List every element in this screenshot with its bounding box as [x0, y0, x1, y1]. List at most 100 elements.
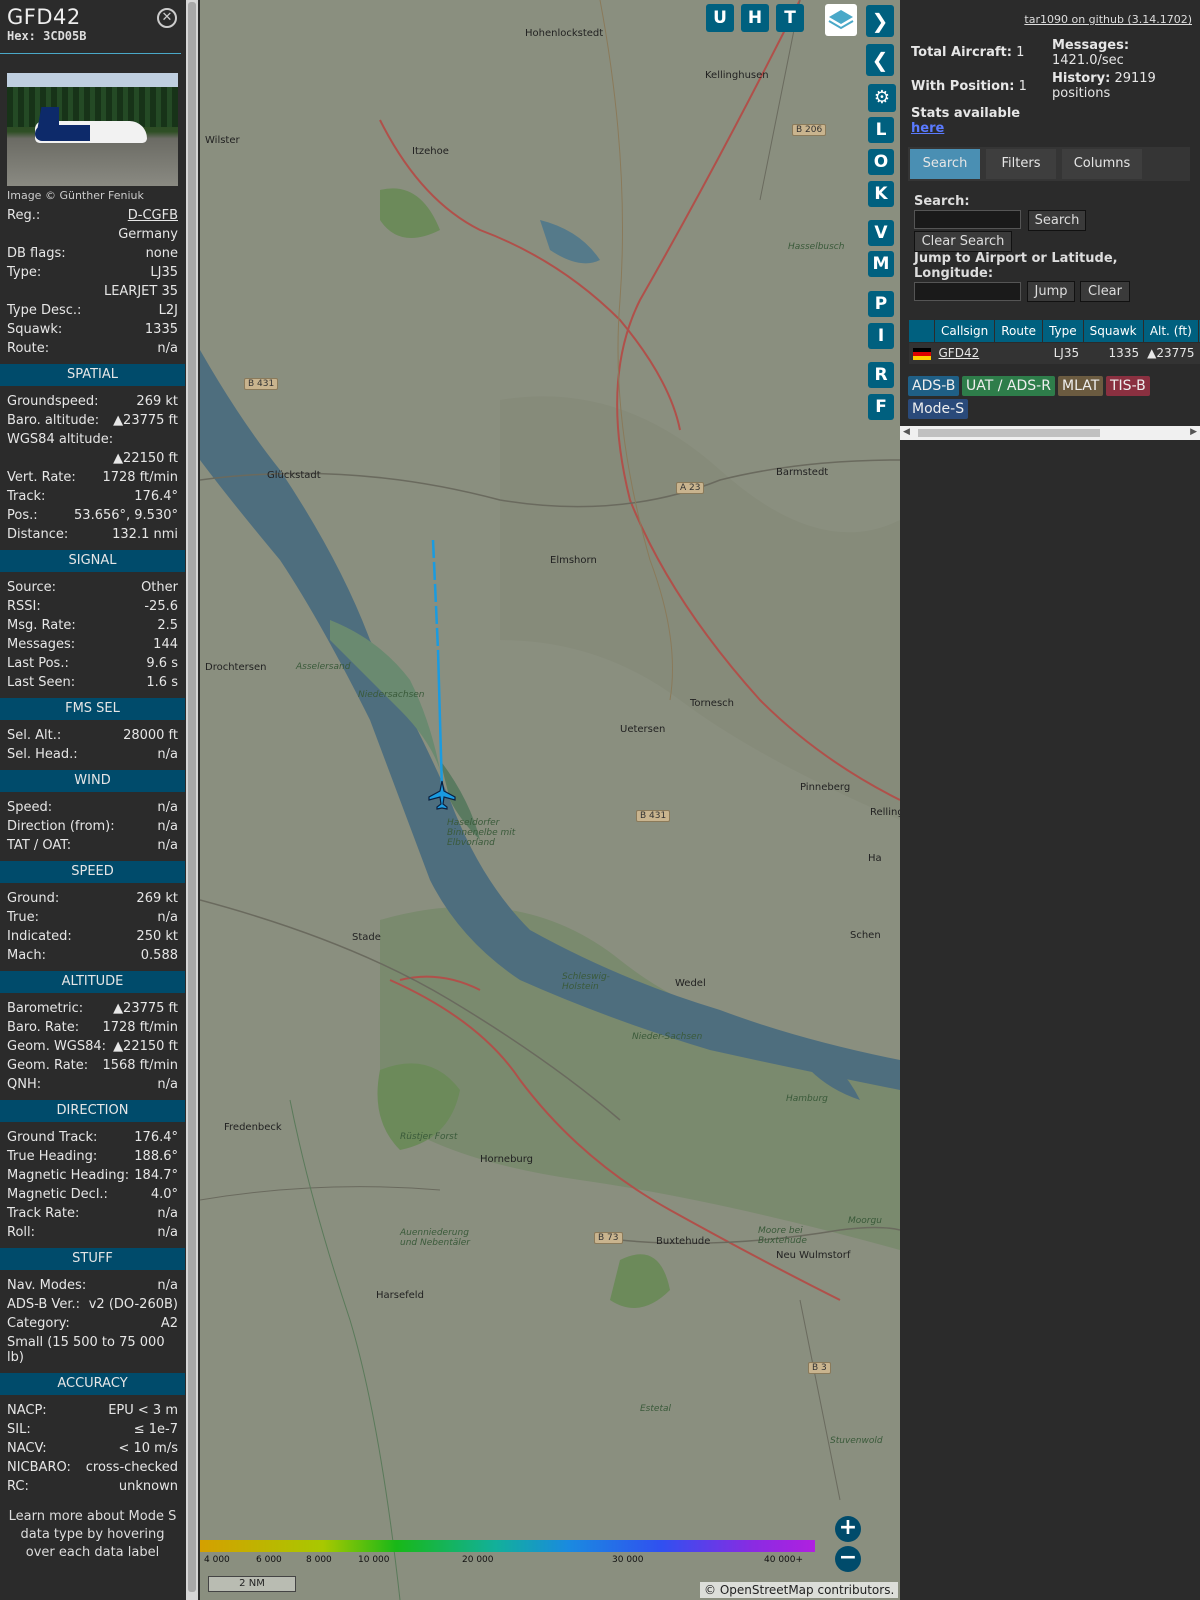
close-icon[interactable]: ✕	[157, 8, 177, 28]
with-position: With Position: 1	[911, 79, 1027, 94]
info-value: 176.4°	[134, 1130, 178, 1145]
collapse-left-icon[interactable]: ❮	[866, 44, 894, 76]
tab-filters[interactable]: Filters	[986, 149, 1056, 179]
info-key: Nav. Modes:	[7, 1278, 87, 1293]
info-row: Geom. WGS84: ▲22150 ft	[7, 1037, 178, 1056]
info-row: QNH: n/a	[7, 1075, 178, 1094]
github-link[interactable]: tar1090 on github (3.14.1702)	[1024, 13, 1192, 26]
column-header[interactable]: Callsign	[933, 319, 996, 343]
scale-bar: 2 NM	[208, 1576, 296, 1592]
section-header-wind: WIND	[0, 770, 185, 792]
aircraft-photo[interactable]	[7, 73, 178, 186]
stats-link[interactable]: here	[911, 121, 944, 136]
info-value: 1728 ft/min	[102, 470, 178, 485]
info-value: A2	[160, 1316, 178, 1331]
info-key: Category:	[7, 1316, 70, 1331]
clear-search-button[interactable]: Clear Search	[914, 231, 1012, 252]
info-key: Msg. Rate:	[7, 618, 76, 633]
legend-label: 6 000	[256, 1555, 282, 1565]
map-button-l[interactable]: L	[868, 117, 894, 143]
info-value: cross-checked	[85, 1460, 178, 1475]
info-row: Last Pos.: 9.6 s	[7, 654, 178, 673]
info-row: WGS84 altitude:	[7, 430, 178, 449]
map-button-p[interactable]: P	[868, 291, 894, 317]
map-place-label: Barmstedt	[776, 467, 829, 478]
sidebar-scrollbar-thumb[interactable]	[188, 2, 196, 1592]
jump-input[interactable]	[914, 282, 1021, 301]
zoom-in-button[interactable]: +	[835, 1516, 861, 1542]
map-button-u[interactable]: U	[706, 4, 734, 32]
expand-right-icon[interactable]: ❯	[866, 5, 894, 37]
column-header[interactable]: Route	[994, 319, 1044, 343]
scroll-right-icon[interactable]: ▶	[1190, 427, 1197, 437]
table-horizontal-scrollbar[interactable]: ◀ ▶	[900, 426, 1200, 440]
osm-attribution[interactable]: © OpenStreetMap contributors.	[700, 1582, 899, 1598]
info-value: n/a	[157, 800, 178, 815]
info-row: Squawk: 1335	[7, 320, 178, 339]
map-place-label: Ha	[868, 853, 882, 864]
column-header[interactable]: Type	[1042, 319, 1084, 343]
legend-label: 10 000	[358, 1555, 390, 1565]
info-key: True:	[7, 910, 39, 925]
zoom-out-button[interactable]: −	[835, 1546, 861, 1572]
map-place-label: Rellinge	[870, 807, 900, 818]
column-header[interactable]	[908, 319, 935, 343]
info-value: n/a	[157, 838, 178, 853]
info-row: Roll: n/a	[7, 1223, 178, 1242]
info-value: 1335	[144, 322, 178, 337]
map-view[interactable]: Hohenlockstedt Kellinghusen Wilster Itzehoe…	[200, 0, 900, 1600]
panel-tabs: Search Filters Columns	[908, 147, 1190, 181]
tab-columns[interactable]: Columns	[1062, 149, 1142, 179]
map-button-h[interactable]: H	[741, 4, 769, 32]
map-place-label: Schleswig-Holstein	[562, 972, 610, 992]
info-key: Indicated:	[7, 929, 72, 944]
clear-button[interactable]: Clear	[1080, 281, 1130, 302]
tab-search[interactable]: Search	[910, 149, 980, 179]
map-button-m[interactable]: M	[868, 251, 894, 277]
settings-gear-icon[interactable]: ⚙	[868, 84, 896, 112]
scroll-left-icon[interactable]: ◀	[903, 427, 910, 437]
info-value: ▲23775 ft	[113, 413, 178, 428]
map-button-i[interactable]: I	[868, 323, 894, 349]
layers-icon[interactable]	[825, 4, 857, 36]
info-row: DB flags: none	[7, 244, 178, 263]
map-place-label: Auenniederung und Nebentäler	[400, 1228, 470, 1248]
callsign-title: GFD42	[7, 5, 81, 29]
info-key: Geom. WGS84:	[7, 1039, 107, 1054]
search-input[interactable]	[914, 210, 1021, 229]
info-value: ▲22150 ft	[113, 451, 178, 466]
stats-label: Stats available	[911, 106, 1021, 121]
jump-button[interactable]: Jump	[1027, 281, 1075, 302]
column-header[interactable]: Alt. (ft)	[1142, 319, 1200, 343]
info-key: Type Desc.:	[7, 303, 82, 318]
registration-link[interactable]: D-CGFB	[128, 206, 178, 225]
map-button-t[interactable]: T	[776, 4, 804, 32]
map-button-o[interactable]: O	[868, 149, 894, 175]
altitude-cell: ▲23775	[1143, 342, 1199, 364]
info-value: none	[145, 246, 178, 261]
info-key: RSSI:	[7, 599, 41, 614]
info-key: Route:	[7, 341, 50, 356]
stats-available: Stats available here	[911, 106, 1020, 136]
table-row[interactable]: GFD42 LJ35 1335 ▲23775	[908, 342, 1200, 364]
info-key: Baro. altitude:	[7, 413, 100, 428]
callsign-link[interactable]: GFD42	[939, 346, 980, 360]
info-row: NACV: < 10 m/s	[7, 1439, 178, 1458]
info-key: Type:	[7, 265, 42, 280]
info-value: 144	[153, 637, 178, 652]
column-header[interactable]: Squawk	[1082, 319, 1144, 343]
jump-label: Jump to Airport or Latitude, Longitude:	[914, 251, 1118, 281]
section-rows: Groundspeed: 269 kt Baro. altitude: ▲23775 …	[0, 392, 185, 544]
callsign-cell[interactable]: GFD42	[934, 342, 995, 364]
search-button[interactable]: Search	[1028, 210, 1086, 231]
info-row: Distance: 132.1 nmi	[7, 525, 178, 544]
map-button-v[interactable]: V	[868, 220, 894, 246]
map-button-k[interactable]: K	[868, 181, 894, 207]
with-position-value: 1	[1018, 79, 1027, 94]
map-button-r[interactable]: R	[868, 362, 894, 388]
info-value: 28000 ft	[123, 728, 178, 743]
map-button-f[interactable]: F	[868, 394, 894, 420]
learn-more-text: Learn more about Mode S data type by hov…	[8, 1509, 177, 1560]
info-row: Nav. Modes: n/a	[7, 1276, 178, 1295]
horizontal-scroll-thumb[interactable]	[918, 429, 1100, 437]
